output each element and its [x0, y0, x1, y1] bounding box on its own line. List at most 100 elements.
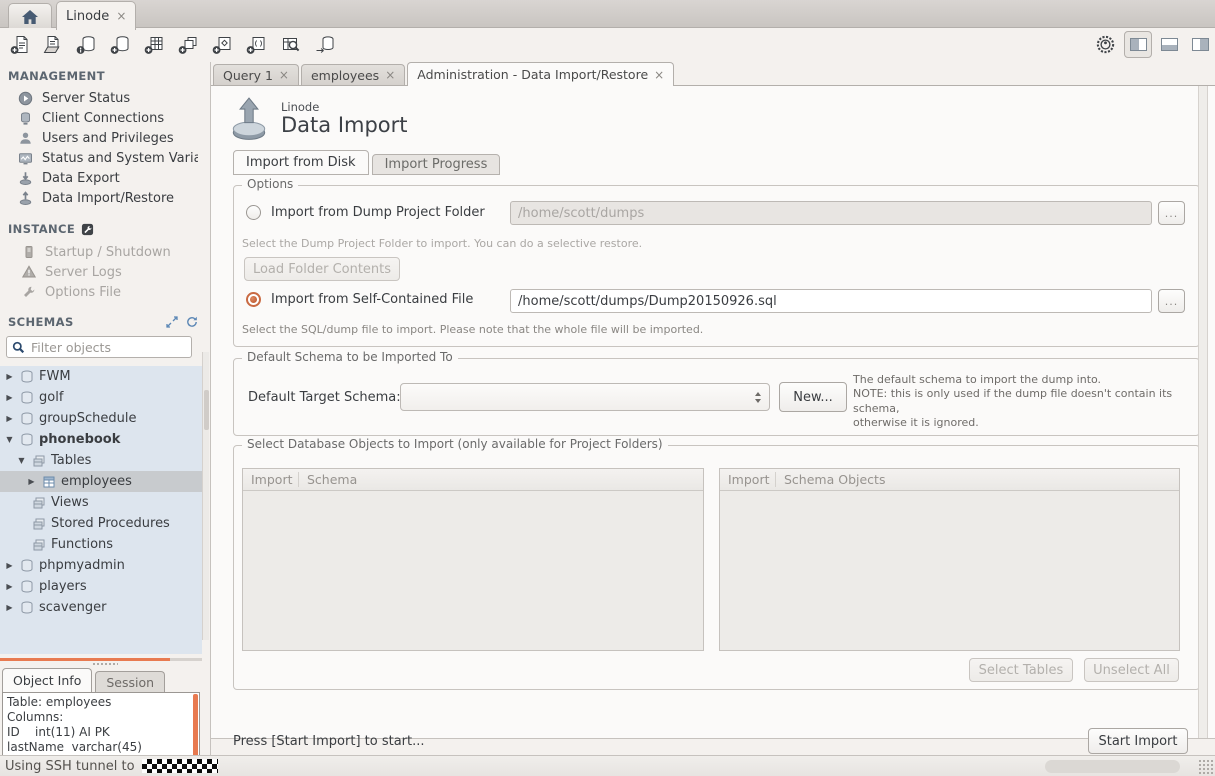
load-folder-contents-button[interactable]: Load Folder Contents — [244, 257, 400, 281]
resize-grip[interactable] — [1198, 759, 1213, 774]
sidebar-item-label: Status and System Variables — [42, 151, 198, 166]
right-panel-toggle[interactable] — [1186, 31, 1214, 58]
bottom-panel-toggle[interactable] — [1155, 31, 1183, 58]
object-info-scrollbar[interactable] — [193, 694, 198, 762]
sidebar-item-options-file[interactable]: Options File — [0, 282, 210, 302]
schema-list[interactable]: Import Schema — [242, 468, 704, 651]
sidebar-item-data-export[interactable]: Data Export — [0, 168, 210, 188]
reconnect-dbms-button[interactable] — [310, 31, 340, 59]
self-file-radio-row[interactable]: Import from Self-Contained File — [246, 292, 473, 307]
close-icon[interactable]: × — [654, 68, 664, 82]
procedures-folder-icon — [32, 517, 46, 531]
sidebar-item-server-logs[interactable]: Server Logs — [0, 262, 210, 282]
schema-label: golf — [39, 390, 63, 405]
tab-label: Object Info — [13, 673, 81, 688]
home-tab[interactable] — [8, 3, 52, 29]
radio-on-icon[interactable] — [246, 292, 261, 307]
schema-row-groupschedule[interactable]: ▶ groupSchedule — [0, 408, 202, 429]
tab-session[interactable]: Session — [95, 671, 165, 692]
data-import-icon — [18, 191, 33, 206]
create-function-button[interactable] — [241, 31, 271, 59]
schema-row-fwm[interactable]: ▶ FWM — [0, 366, 202, 387]
connection-tab-label: Linode — [66, 9, 109, 24]
select-tables-button[interactable]: Select Tables — [969, 658, 1073, 682]
tab-label: Import Progress — [385, 157, 488, 172]
tab-import-from-disk[interactable]: Import from Disk — [233, 150, 369, 175]
splitter-grip[interactable] — [92, 662, 118, 667]
tree-row-views[interactable]: Views — [0, 492, 202, 513]
dump-folder-input[interactable] — [510, 201, 1152, 225]
self-file-input[interactable] — [510, 289, 1152, 313]
browse-file-button[interactable]: ... — [1158, 289, 1185, 313]
sidebar-item-client-connections[interactable]: Client Connections — [0, 108, 210, 128]
dashboard-button[interactable] — [1091, 31, 1119, 58]
schema-objects-list[interactable]: Import Schema Objects — [719, 468, 1180, 651]
schema-row-phpmyadmin[interactable]: ▶ phpmyadmin — [0, 555, 202, 576]
create-schema-button[interactable] — [71, 31, 101, 59]
tab-import-progress[interactable]: Import Progress — [372, 154, 501, 175]
sidebar-item-users-privileges[interactable]: Users and Privileges — [0, 128, 210, 148]
default-target-schema-label: Default Target Schema: — [248, 390, 401, 405]
new-sql-tab-button[interactable] — [5, 31, 35, 59]
chevron-right-icon[interactable]: ▶ — [4, 372, 15, 381]
default-target-schema-combo[interactable] — [400, 383, 770, 411]
button-label: Load Folder Contents — [253, 262, 391, 277]
chevron-right-icon[interactable]: ▶ — [4, 561, 15, 570]
tree-row-stored-procedures[interactable]: Stored Procedures — [0, 513, 202, 534]
sidebar-panel-toggle[interactable] — [1124, 31, 1152, 58]
dashboard-icon — [1095, 34, 1116, 55]
chevron-down-icon[interactable]: ▼ — [16, 456, 27, 465]
search-data-button[interactable] — [276, 31, 306, 59]
tab-query1[interactable]: Query 1 × — [213, 64, 299, 85]
chevron-right-icon[interactable]: ▶ — [4, 603, 15, 612]
sidebar-item-status-system-variables[interactable]: Status and System Variables — [0, 148, 210, 168]
start-import-button[interactable]: Start Import — [1088, 728, 1188, 754]
dump-folder-radio-row[interactable]: Import from Dump Project Folder — [246, 205, 485, 220]
expand-schemas-icon[interactable] — [166, 316, 178, 328]
options-group: Options Import from Dump Project Folder … — [233, 185, 1200, 347]
sidebar-item-label: Server Status — [42, 91, 130, 106]
tree-row-employees[interactable]: ▶ employees — [0, 471, 202, 492]
close-icon[interactable]: × — [279, 68, 289, 82]
sidebar-splitter[interactable] — [0, 658, 202, 661]
main-scrollbar[interactable] — [1198, 86, 1208, 738]
default-schema-legend: Default Schema to be Imported To — [242, 350, 458, 364]
radio-off-icon[interactable] — [246, 205, 261, 220]
close-icon[interactable]: × — [116, 9, 126, 23]
statusbar-scroll-thumb[interactable] — [1045, 760, 1180, 773]
create-view-button[interactable] — [173, 31, 203, 59]
tab-employees[interactable]: employees × — [301, 64, 405, 85]
sidebar-item-server-status[interactable]: Server Status — [0, 88, 210, 108]
tree-row-functions[interactable]: Functions — [0, 534, 202, 555]
schemas-section-title: SCHEMAS — [0, 314, 210, 330]
close-icon[interactable]: × — [385, 68, 395, 82]
schema-row-golf[interactable]: ▶ golf — [0, 387, 202, 408]
chevron-right-icon[interactable]: ▶ — [26, 477, 37, 486]
tree-row-tables[interactable]: ▼ Tables — [0, 450, 202, 471]
open-sql-script-button[interactable] — [37, 31, 67, 59]
tab-administration-data-import[interactable]: Administration - Data Import/Restore × — [407, 62, 674, 86]
schema-tree: ▶ FWM ▶ golf ▶ groupSchedule ▼ phonebook… — [0, 366, 202, 654]
tab-object-info[interactable]: Object Info — [2, 668, 92, 692]
schema-tree-scrollbar[interactable] — [202, 352, 209, 640]
schema-filter-input[interactable] — [29, 339, 183, 356]
spinner-icon[interactable] — [755, 392, 761, 403]
schema-row-scavenger[interactable]: ▶ scavenger — [0, 597, 202, 618]
chevron-right-icon[interactable]: ▶ — [4, 414, 15, 423]
unselect-all-button[interactable]: Unselect All — [1084, 658, 1179, 682]
connection-tab-linode[interactable]: Linode × — [56, 1, 136, 30]
create-procedure-button[interactable] — [207, 31, 237, 59]
sidebar-item-data-import-restore[interactable]: Data Import/Restore — [0, 188, 210, 208]
chevron-down-icon[interactable]: ▼ — [4, 435, 15, 444]
editor-tab-bar: Query 1 × employees × Administration - D… — [211, 62, 1215, 86]
new-schema-button[interactable]: New... — [779, 382, 847, 412]
sidebar-item-startup-shutdown[interactable]: Startup / Shutdown — [0, 242, 210, 262]
schema-row-players[interactable]: ▶ players — [0, 576, 202, 597]
chevron-right-icon[interactable]: ▶ — [4, 582, 15, 591]
refresh-schemas-icon[interactable] — [186, 316, 198, 328]
schema-row-phonebook[interactable]: ▼ phonebook — [0, 429, 202, 450]
create-table-button[interactable] — [139, 31, 169, 59]
add-database-button[interactable] — [105, 31, 135, 59]
chevron-right-icon[interactable]: ▶ — [4, 393, 15, 402]
browse-folder-button[interactable]: ... — [1158, 201, 1185, 225]
